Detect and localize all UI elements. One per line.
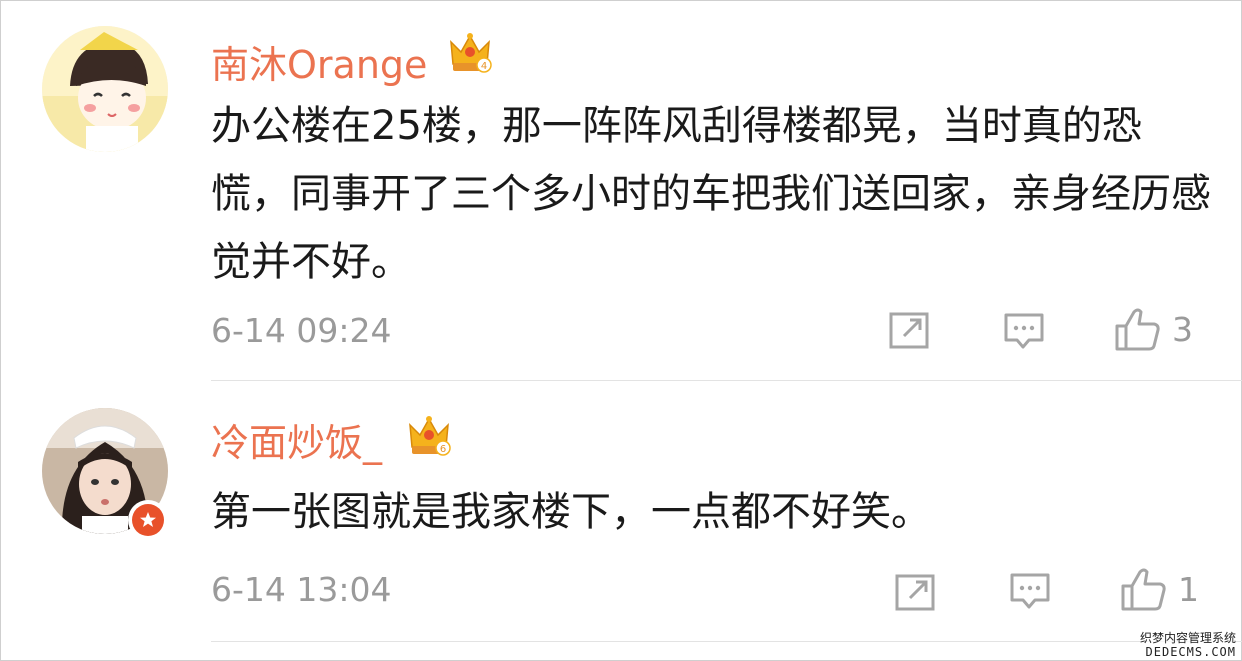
crown-icon[interactable]: 6 <box>406 413 452 459</box>
share-button[interactable] <box>888 310 932 350</box>
share-icon <box>895 574 935 611</box>
like-button[interactable]: 1 <box>1120 566 1199 612</box>
comment-item: 南沐Orange 4 办公楼在25楼，那一阵阵风刮得楼都晃，当时真的恐慌，同事开… <box>0 0 1242 380</box>
comment-icon <box>1010 573 1050 609</box>
comment-text: 第一张图就是我家楼下，一点都不好笑。 <box>211 489 931 535</box>
comment-button[interactable] <box>1003 312 1045 352</box>
like-count: 1 <box>1178 569 1199 609</box>
thumbs-up-icon <box>1115 308 1160 351</box>
comment-text: 办公楼在25楼，那一阵阵风刮得楼都晃，当时真的恐慌，同事开了三个多小时的车把我们… <box>211 103 1211 285</box>
svg-text:6: 6 <box>440 444 446 455</box>
divider <box>211 641 1242 642</box>
svg-text:4: 4 <box>481 61 487 72</box>
watermark: 织梦内容管理系统 DEDECMS.COM <box>1139 631 1236 659</box>
watermark-line1: 织梦内容管理系统 <box>1139 631 1236 645</box>
thumbs-up-icon <box>1121 568 1166 611</box>
crown-icon[interactable]: 4 <box>447 30 493 76</box>
timestamp: 6-14 09:24 <box>211 311 392 350</box>
comment-item: 冷面炒饭_ 6 第一张图就是我家楼下，一点都不好笑。 6-14 13:04 1 <box>0 382 1242 642</box>
share-button[interactable] <box>894 572 938 612</box>
comment-button[interactable] <box>1009 572 1051 612</box>
divider <box>211 380 1242 381</box>
avatar[interactable] <box>42 26 168 152</box>
star-badge-icon <box>128 500 168 540</box>
username[interactable]: 冷面炒饭_ <box>211 412 382 467</box>
share-icon <box>889 312 929 349</box>
watermark-line2: DEDECMS.COM <box>1145 645 1236 659</box>
timestamp: 6-14 13:04 <box>211 570 392 609</box>
like-count: 3 <box>1172 309 1193 349</box>
like-button[interactable]: 3 <box>1114 306 1193 352</box>
comment-icon <box>1004 313 1044 349</box>
username[interactable]: 南沐Orange <box>211 34 427 89</box>
